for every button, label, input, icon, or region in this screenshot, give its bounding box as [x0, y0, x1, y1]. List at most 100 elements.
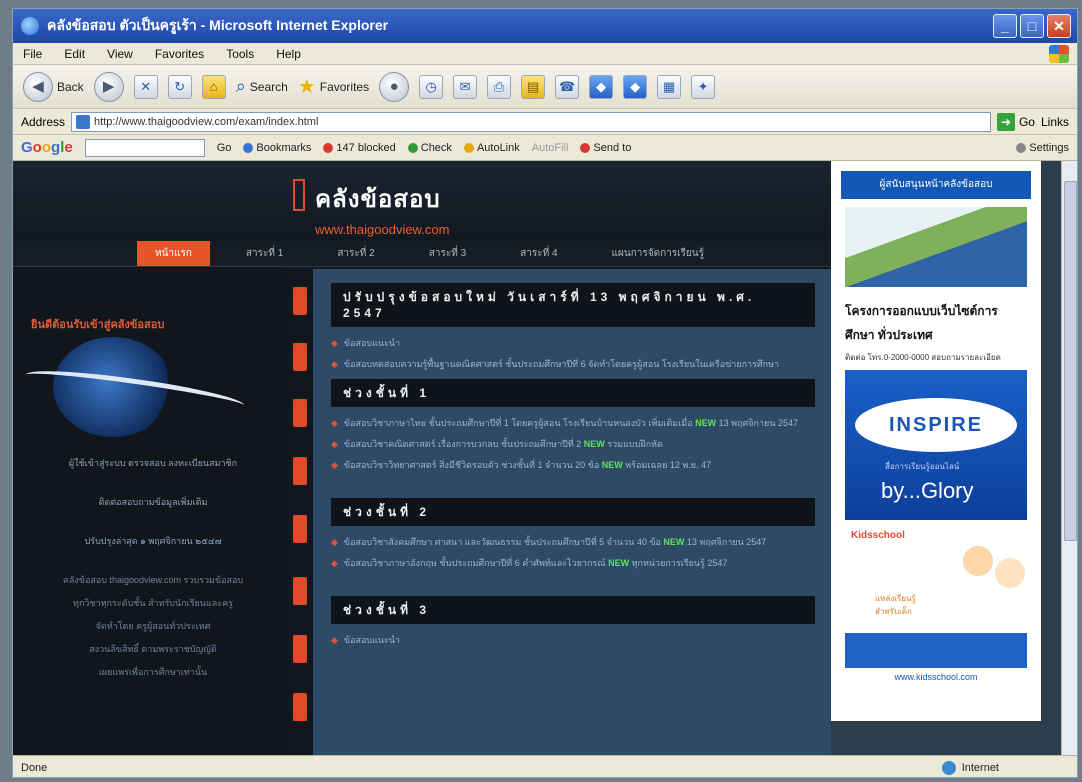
popup-blocker-button[interactable]: 147 blocked [323, 142, 396, 154]
menu-file[interactable]: File [23, 47, 42, 61]
list-item[interactable]: ◆ ข้อสอบแนะนำ [331, 337, 815, 350]
tab-marker [293, 287, 307, 315]
autofill-button[interactable]: AutoFill [532, 142, 569, 154]
favorites-button[interactable]: ★ Favorites [298, 74, 369, 99]
browser-window: คลังข้อสอบ ตัวเป็นครูเร้า - Microsoft In… [12, 8, 1078, 778]
site-url[interactable]: www.thaigoodview.com [315, 222, 449, 237]
site-header: คลังข้อสอบ www.thaigoodview.com [13, 161, 831, 241]
search-button[interactable]: ⌕ Search [236, 76, 288, 97]
messenger-icon[interactable]: ☎ [555, 74, 580, 99]
menu-favorites[interactable]: Favorites [155, 47, 204, 61]
folder-icon[interactable]: ▤ [521, 74, 546, 99]
window-controls: _ □ ✕ [993, 14, 1077, 38]
settings-button[interactable]: Settings [1016, 142, 1069, 154]
login-link[interactable]: ผู้ใช้เข้าสู่ระบบ ตรวจสอบ ลงทะเบียนสมาชิ… [43, 457, 263, 470]
title-bar: คลังข้อสอบ ตัวเป็นครูเร้า - Microsoft In… [13, 9, 1077, 43]
close-button[interactable]: ✕ [1047, 14, 1071, 38]
about-text: คลังข้อสอบ thaigoodview.com รวบรวมข้อสอบ [62, 575, 244, 585]
refresh-icon[interactable]: ↻ [167, 74, 192, 99]
bullet-icon: ◆ [331, 359, 338, 369]
mail-icon[interactable]: ✉ [453, 74, 478, 99]
forward-button[interactable]: ▶ [93, 71, 124, 102]
exam-site: คลังข้อสอบ www.thaigoodview.com หน้าแรก … [13, 161, 831, 755]
google-go-button[interactable]: Go [217, 142, 232, 154]
address-bar: Address http://www.thaigoodview.com/exam… [13, 109, 1077, 135]
tab-marker [293, 693, 307, 721]
inspire-logo: INSPIRE [855, 398, 1017, 452]
inspire-ad[interactable]: INSPIRE สื่อการเรียนรู้ออนไลน์ by...Glor… [845, 370, 1027, 520]
page-viewport: คลังข้อสอบ www.thaigoodview.com หน้าแรก … [13, 161, 1077, 755]
autolink-icon [463, 142, 474, 153]
new-badge: NEW [608, 558, 630, 568]
google-logo: Google [21, 139, 73, 156]
kids-logo: Kidsschool [851, 530, 905, 541]
print-icon[interactable]: ⎙ [487, 74, 512, 99]
scrollbar-thumb[interactable] [1064, 181, 1077, 541]
menu-help[interactable]: Help [276, 47, 301, 61]
star-icon [243, 142, 254, 153]
kids-url[interactable]: www.kidsschool.com [837, 672, 1035, 682]
nav-home[interactable]: หน้าแรก [137, 241, 210, 266]
list-item[interactable]: ◆ ข้อสอบแนะนำ [331, 634, 815, 647]
nav-subject-1[interactable]: สาระที่ 1 [228, 241, 301, 266]
minimize-button[interactable]: _ [993, 14, 1017, 38]
menu-edit[interactable]: Edit [64, 47, 85, 61]
list-item[interactable]: ◆ ข้อสอบวิชาสังคมศึกษา ศาสนา และวัฒนธรรม … [331, 536, 815, 549]
bullet-icon: ◆ [331, 418, 338, 428]
menu-view[interactable]: View [107, 47, 133, 61]
ad-photo[interactable] [845, 207, 1027, 287]
bullet-icon: ◆ [331, 558, 338, 568]
back-button[interactable]: ◀ Back [23, 71, 84, 102]
list-item[interactable]: ◆ ข้อสอบวิชาภาษาอังกฤษ ชั้นประถมศึกษาปีที… [331, 557, 815, 570]
toolbar-extension-2-icon[interactable]: ◆ [623, 74, 648, 99]
go-button[interactable]: ➜ Go [996, 112, 1035, 131]
welcome-heading: ยินดีต้อนรับเข้าสู่คลังข้อสอบ [31, 319, 165, 331]
menu-tools[interactable]: Tools [226, 47, 254, 61]
toolbar-extension-4-icon[interactable]: ✦ [691, 74, 716, 99]
home-icon[interactable]: ⌂ [201, 74, 226, 99]
list-item[interactable]: ◆ ข้อสอบวิชาวิทยาศาสตร์ สิ่งมีชีวิตรอบตัว… [331, 459, 815, 472]
toolbar-extension-3-icon[interactable]: ▦ [657, 74, 682, 99]
cartoon-face-icon [963, 546, 993, 576]
star-icon: ★ [297, 76, 316, 98]
tab-marker [293, 399, 307, 427]
check-button[interactable]: Check [407, 142, 452, 154]
nav-lesson-plans[interactable]: แผนการจัดการเรียนรู้ [594, 241, 722, 266]
contact-link[interactable]: ติดต่อสอบถามข้อมูลเพิ่มเติม [43, 496, 263, 509]
kids-ad[interactable]: Kidsschool แหล่งเรียนรู้ สำหรับเด็ก [845, 528, 1027, 668]
new-badge: NEW [601, 460, 623, 470]
history-icon[interactable]: ◷ [419, 74, 444, 99]
decorative-tabs [289, 281, 311, 755]
sendto-button[interactable]: Send to [580, 142, 631, 154]
google-search-input[interactable] [84, 138, 205, 157]
inspire-subtitle: สื่อการเรียนรู้ออนไลน์ [885, 462, 960, 471]
send-icon [580, 142, 591, 153]
go-arrow-icon: ➜ [996, 112, 1015, 131]
go-label: Go [1018, 114, 1035, 129]
address-label: Address [21, 114, 66, 129]
nav-subject-3[interactable]: สาระที่ 3 [411, 241, 484, 266]
section-title: ช่วงชั้นที่ 3 [331, 596, 815, 624]
nav-subject-2[interactable]: สาระที่ 2 [319, 241, 392, 266]
media-icon[interactable]: ● [379, 71, 410, 102]
list-item[interactable]: ◆ ข้อสอบวิชาคณิตศาสตร์ เรื่องการบวกลบ ชั้… [331, 438, 815, 451]
search-icon: ⌕ [235, 76, 246, 96]
ad-column: ผู้สนับสนุนหน้าคลังข้อสอบ โครงการออกแบบเ… [831, 161, 1041, 721]
list-item[interactable]: ◆ ข้อสอบวิชาภาษาไทย ชั้นประถมศึกษาปีที่ 1… [331, 417, 815, 430]
bookmarks-button[interactable]: Bookmarks [243, 142, 311, 154]
links-button[interactable]: Links [1041, 115, 1069, 129]
vertical-scrollbar[interactable] [1061, 161, 1077, 755]
sponsor-banner[interactable]: ผู้สนับสนุนหน้าคลังข้อสอบ [841, 171, 1031, 199]
windows-logo-icon [1049, 44, 1069, 63]
list-item[interactable]: ◆ ข้อสอบทดสอบความรู้พื้นฐานคณิตศาสตร์ ชั้… [331, 358, 815, 371]
about-text: จัดทำโดย ครูผู้สอนทั่วประเทศ [95, 621, 211, 631]
left-sidebar: ยินดีต้อนรับเข้าสู่คลังข้อสอบ ผู้ใช้เข้า… [13, 267, 283, 755]
address-input[interactable]: http://www.thaigoodview.com/exam/index.h… [71, 111, 991, 132]
nav-subject-4[interactable]: สาระที่ 4 [502, 241, 575, 266]
toolbar-extension-1-icon[interactable]: ◆ [589, 74, 614, 99]
ad-headline[interactable]: โครงการออกแบบเว็บไซต์การศึกษา ทั่วประเทศ [845, 299, 1027, 347]
stop-icon[interactable]: ✕ [133, 74, 158, 99]
maximize-button[interactable]: □ [1020, 14, 1044, 38]
autolink-button[interactable]: AutoLink [463, 142, 520, 154]
kids-caption: แหล่งเรียนรู้ สำหรับเด็ก [875, 594, 916, 616]
